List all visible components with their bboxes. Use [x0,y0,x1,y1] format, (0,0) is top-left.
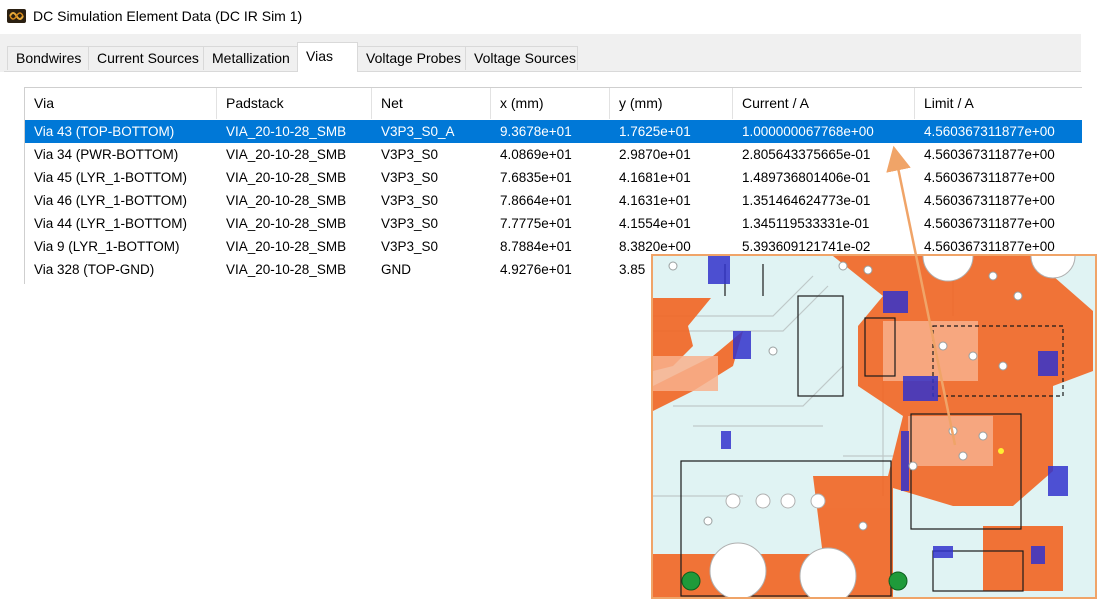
tab-strip: Bondwires Current Sources Metallization … [0,34,1081,72]
pcb-layout-inset [651,254,1097,599]
cell-limit: 4.560367311877e+00 [924,170,1055,185]
cell-limit: 4.560367311877e+00 [924,124,1055,139]
cell-padstack: VIA_20-10-28_SMB [226,124,347,139]
cell-x: 7.8664e+01 [500,193,572,208]
tab-voltage-probes[interactable]: Voltage Probes [357,46,466,70]
cell-net: V3P3_S0 [381,170,439,185]
cell-net: V3P3_S0 [381,239,439,254]
tab-bondwires[interactable]: Bondwires [7,46,89,70]
column-header-padstack[interactable]: Padstack [217,88,372,119]
cell-current: 1.489736801406e-01 [742,170,871,185]
cell-padstack: VIA_20-10-28_SMB [226,239,347,254]
title-bar: DC Simulation Element Data (DC IR Sim 1) [0,0,1111,32]
cell-x: 9.3678e+01 [500,124,572,139]
cell-x: 7.6835e+01 [500,170,572,185]
cell-padstack: VIA_20-10-28_SMB [226,262,347,277]
cell-y: 4.1681e+01 [619,170,691,185]
cell-via: Via 45 (LYR_1-BOTTOM) [34,170,188,185]
cell-current: 1.345119533331e-01 [742,216,870,231]
column-header-via[interactable]: Via [25,88,217,119]
cell-current: 1.351464624773e-01 [742,193,871,208]
pcb-layout-image [653,256,1095,597]
table-row[interactable]: Via 43 (TOP-BOTTOM) VIA_20-10-28_SMB V3P… [25,120,1082,143]
cell-limit: 4.560367311877e+00 [924,147,1055,162]
cell-padstack: VIA_20-10-28_SMB [226,147,347,162]
cell-net: V3P3_S0 [381,193,439,208]
cell-current: 1.000000067768e+00 [742,124,874,139]
cell-via: Via 9 (LYR_1-BOTTOM) [34,239,180,254]
cell-x: 8.7884e+01 [500,239,572,254]
cell-limit: 4.560367311877e+00 [924,216,1055,231]
cell-via: Via 328 (TOP-GND) [34,262,155,277]
window-title: DC Simulation Element Data (DC IR Sim 1) [33,8,303,24]
cell-x: 7.7775e+01 [500,216,572,231]
cell-y: 1.7625e+01 [619,124,691,139]
cell-padstack: VIA_20-10-28_SMB [226,216,347,231]
cell-net: GND [381,262,411,277]
cell-via: Via 43 (TOP-BOTTOM) [34,124,175,139]
table-row[interactable]: Via 46 (LYR_1-BOTTOM) VIA_20-10-28_SMB V… [25,189,1082,212]
cell-net: V3P3_S0_A [381,124,455,139]
tab-metallization[interactable]: Metallization [203,46,298,70]
cell-limit: 4.560367311877e+00 [924,193,1055,208]
cell-net: V3P3_S0 [381,147,439,162]
cell-current: 2.805643375665e-01 [742,147,871,162]
cell-padstack: VIA_20-10-28_SMB [226,170,347,185]
cell-padstack: VIA_20-10-28_SMB [226,193,347,208]
cell-via: Via 46 (LYR_1-BOTTOM) [34,193,188,208]
cell-y: 2.9870e+01 [619,147,691,162]
column-header-net[interactable]: Net [372,88,491,119]
cell-y: 4.1631e+01 [619,193,691,208]
table-row[interactable]: Via 44 (LYR_1-BOTTOM) VIA_20-10-28_SMB V… [25,212,1082,235]
tab-current-sources[interactable]: Current Sources [88,46,204,70]
tab-vias[interactable]: Vias [297,42,358,72]
cell-via: Via 34 (PWR-BOTTOM) [34,147,179,162]
column-header-limit[interactable]: Limit / A [915,88,1082,119]
table-row[interactable]: Via 45 (LYR_1-BOTTOM) VIA_20-10-28_SMB V… [25,166,1082,189]
column-header-y[interactable]: y (mm) [610,88,733,119]
column-header-x[interactable]: x (mm) [491,88,610,119]
app-icon [7,9,26,23]
cell-via: Via 44 (LYR_1-BOTTOM) [34,216,188,231]
cell-x: 4.9276e+01 [500,262,572,277]
cell-net: V3P3_S0 [381,216,439,231]
cell-y: 4.1554e+01 [619,216,691,231]
tab-voltage-sources[interactable]: Voltage Sources [465,46,578,70]
table-row[interactable]: Via 34 (PWR-BOTTOM) VIA_20-10-28_SMB V3P… [25,143,1082,166]
column-header-current[interactable]: Current / A [733,88,915,119]
cell-x: 4.0869e+01 [500,147,572,162]
